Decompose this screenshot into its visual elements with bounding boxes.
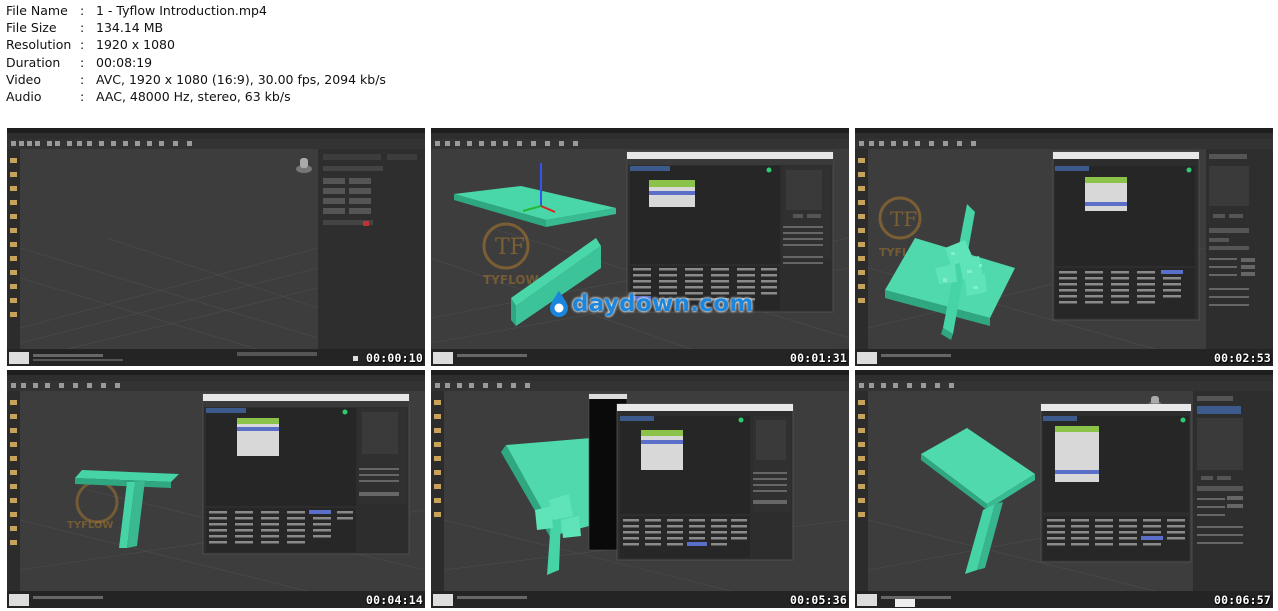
timestamp: 00:02:53 <box>1214 351 1271 365</box>
file-info-panel: File Name:1 - Tyflow Introduction.mp4 Fi… <box>6 2 386 105</box>
watermark-text: daydown.com <box>572 291 754 317</box>
file-info-row: File Name:1 - Tyflow Introduction.mp4 <box>6 3 267 18</box>
thumbnail-screen <box>7 128 425 366</box>
thumbnail-1[interactable]: 00:00:10 <box>7 128 425 366</box>
thumbnail-6[interactable]: TYFLOW <box>855 370 1273 608</box>
thumbnail-screen: TYFLOW <box>7 370 425 608</box>
thumbnail-screen <box>431 370 849 608</box>
thumbnail-screen: TF TYFLOW <box>431 128 849 366</box>
thumbnail-3[interactable]: TF TYFLOW 00:02:53 <box>855 128 1273 366</box>
thumbnail-grid: 00:00:10 TF TYFLOW 00:01:31 TF TYFLOW 00… <box>0 126 1278 611</box>
thumbnail-5[interactable]: 00:05:36 <box>431 370 849 608</box>
watermark: daydown.com <box>548 290 754 318</box>
timestamp: 00:04:14 <box>366 593 423 607</box>
file-info-row: Resolution:1920 x 1080 <box>6 37 175 53</box>
svg-text:TYFLOW: TYFLOW <box>67 520 113 531</box>
svg-text:TF: TF <box>495 235 525 260</box>
file-info-row: File Size:134.14 MB <box>6 20 164 36</box>
thumbnail-4[interactable]: TYFLOW 00:04:14 <box>7 370 425 608</box>
file-info-row: Duration:00:08:19 <box>6 54 153 70</box>
file-info-row: Audio: AAC, 48000 Hz, stereo, 63 kb/s <box>6 89 291 105</box>
thumbnail-screen: TYFLOW <box>855 370 1273 608</box>
timestamp: 00:01:31 <box>790 351 847 365</box>
timestamp: 00:00:10 <box>366 351 423 365</box>
svg-text:TF: TF <box>890 207 917 231</box>
timestamp: 00:05:36 <box>790 593 847 607</box>
thumbnail-screen: TF TYFLOW <box>855 128 1273 366</box>
thumbnail-2[interactable]: TF TYFLOW 00:01:31 <box>431 128 849 366</box>
file-info-row: Video: AVC, 1920 x 1080 (16:9), 30.00 fps… <box>6 71 386 87</box>
download-drop-icon <box>550 291 568 317</box>
timestamp: 00:06:57 <box>1214 593 1271 607</box>
